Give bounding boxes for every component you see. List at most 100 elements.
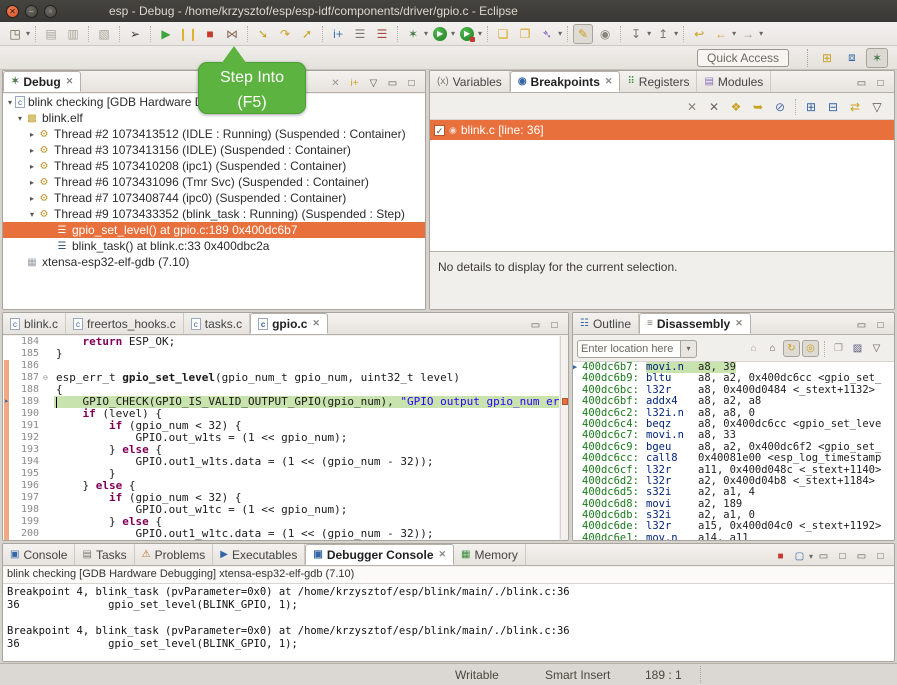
debug-tree-item[interactable]: ▸⚙Thread #3 1073413156 (IDLE) (Suspended…	[3, 142, 425, 158]
editor-margin[interactable]	[3, 456, 15, 468]
editor-margin[interactable]	[3, 384, 15, 396]
suspend-icon[interactable]: ❙❙	[178, 24, 198, 44]
forward-icon[interactable]: →	[738, 24, 758, 44]
open-new-view-icon[interactable]: ▨	[849, 340, 866, 357]
close-button[interactable]: ✕	[6, 5, 19, 18]
profile-icon[interactable]: ▶	[457, 24, 477, 44]
use-step-filters-icon[interactable]: ☰	[372, 24, 392, 44]
tab-outline[interactable]: ☷Outline	[573, 313, 639, 334]
editor-margin[interactable]: ➤	[3, 396, 15, 408]
tab-breakpoints[interactable]: ◉Breakpoints✕	[510, 71, 621, 92]
save-icon[interactable]: ▤	[41, 24, 61, 44]
debug-dropdown-icon[interactable]: ▾	[424, 29, 428, 38]
editor-margin[interactable]	[3, 360, 15, 372]
tab-tasks-c[interactable]: ctasks.c	[184, 313, 250, 334]
tab-variables[interactable]: (x)Variables	[430, 71, 510, 92]
display-selected-console-icon[interactable]: ▢	[791, 548, 808, 565]
disassembly-row[interactable]: 400dc6e1:mov.na14, a11	[573, 533, 894, 540]
next-annotation-dropdown-icon[interactable]: ▾	[647, 29, 651, 38]
display-selected-console-dropdown-icon[interactable]: ▾	[809, 552, 813, 561]
resume-icon[interactable]: ▶	[156, 24, 176, 44]
external-tools-dropdown-icon[interactable]: ▾	[558, 29, 562, 38]
debug-tree-item[interactable]: ▾⚙Thread #9 1073433352 (blink_task : Run…	[3, 206, 425, 222]
editor-margin[interactable]	[3, 372, 15, 384]
editor-margin[interactable]	[3, 492, 15, 504]
close-icon[interactable]: ✕	[605, 76, 613, 87]
show-supported-breakpoints-icon[interactable]: ❖	[726, 97, 746, 117]
last-edit-location-icon[interactable]: ↩	[689, 24, 709, 44]
maximize-icon[interactable]: □	[872, 548, 889, 565]
tree-expander-icon[interactable]: ▾	[15, 114, 25, 123]
location-dropdown-icon[interactable]: ▾	[681, 340, 697, 358]
instruction-stepping-mode-icon[interactable]: i+	[346, 75, 363, 92]
breakpoint-row[interactable]: ✓ ◉ blink.c [line: 36]	[430, 120, 894, 140]
minimize-icon[interactable]: ▭	[815, 548, 832, 565]
code-text[interactable]: esp_err_t gpio_set_level(gpio_num_t gpio…	[54, 372, 559, 384]
tab-registers[interactable]: ⠿Registers	[620, 71, 697, 92]
save-all-icon[interactable]: ▥	[63, 24, 83, 44]
back-icon[interactable]: ←	[711, 24, 731, 44]
expand-all-icon[interactable]: ⊞	[801, 97, 821, 117]
editor-margin[interactable]	[3, 480, 15, 492]
previous-annotation-dropdown-icon[interactable]: ▾	[674, 29, 678, 38]
minimize-icon[interactable]: ▭	[853, 548, 870, 565]
step-into-icon[interactable]: ➘	[253, 24, 273, 44]
editor-margin[interactable]	[3, 348, 15, 360]
editor-margin[interactable]	[3, 408, 15, 420]
collapse-all-icon[interactable]: ⊟	[823, 97, 843, 117]
tab-tasks[interactable]: ▤Tasks	[75, 544, 134, 565]
tab-freertos-hooks-c[interactable]: cfreertos_hooks.c	[66, 313, 184, 334]
sync-with-stack-frame-icon[interactable]: ↻	[783, 340, 800, 357]
editor-margin[interactable]	[3, 504, 15, 516]
tree-expander-icon[interactable]: ▸	[27, 146, 37, 155]
instruction-stepping-icon[interactable]: i+	[328, 24, 348, 44]
remove-breakpoint-icon[interactable]: ✕	[682, 97, 702, 117]
close-icon[interactable]: ✕	[439, 549, 447, 560]
tree-expander-icon[interactable]: ▾	[27, 210, 37, 219]
previous-annotation-icon[interactable]: ↥	[653, 24, 673, 44]
disassembly-row[interactable]: 400dc6bf:addx4a8, a2, a8	[573, 396, 894, 407]
tree-expander-icon[interactable]: ▸	[27, 130, 37, 139]
disassembly-row[interactable]: 400dc6d5:s32ia2, a1, 4	[573, 487, 894, 498]
debug-tree-item[interactable]: ▸⚙Thread #6 1073431096 (Tmr Svc) (Suspen…	[3, 174, 425, 190]
disconnect-icon[interactable]: ⋈	[222, 24, 242, 44]
select-pointer-icon[interactable]: ➢	[125, 24, 145, 44]
step-over-icon[interactable]: ↷	[275, 24, 295, 44]
debug-tree-item[interactable]: ▸⚙Thread #5 1073410208 (ipc1) (Suspended…	[3, 158, 425, 174]
annotations-icon[interactable]: ◉	[595, 24, 615, 44]
code-text[interactable]: }	[54, 348, 559, 360]
minimize-icon[interactable]: ▭	[853, 75, 870, 92]
terminate-console-icon[interactable]: ■	[772, 548, 789, 565]
debug-tree-item[interactable]: ▸⚙Thread #2 1073413512 (IDLE : Running) …	[3, 126, 425, 142]
editor-margin[interactable]	[3, 444, 15, 456]
view-menu-icon[interactable]: ▽	[867, 97, 887, 117]
fold-toggle-icon[interactable]: ⊖	[43, 372, 54, 384]
open-folder-icon[interactable]: ❐	[515, 24, 535, 44]
next-annotation-icon[interactable]: ↧	[626, 24, 646, 44]
debug-tree-item[interactable]: ▦xtensa-esp32-elf-gdb (7.10)	[3, 254, 425, 270]
maximize-button[interactable]: ▫	[44, 5, 57, 18]
close-icon[interactable]: ✕	[735, 318, 743, 329]
profile-dropdown-icon[interactable]: ▾	[478, 29, 482, 38]
save-as-icon[interactable]: ▧	[94, 24, 114, 44]
terminate-icon[interactable]: ■	[200, 24, 220, 44]
editor-margin[interactable]	[3, 528, 15, 540]
copy-icon[interactable]: ❐	[830, 340, 847, 357]
code-text[interactable]: GPIO.out1_w1tc.data = (1 << (gpio_num - …	[54, 528, 559, 540]
cpp-perspective-icon[interactable]: ⧈	[841, 48, 863, 68]
editor-margin[interactable]	[3, 432, 15, 444]
location-input[interactable]	[577, 340, 681, 358]
view-menu-icon[interactable]: ▽	[868, 340, 885, 357]
overview-ruler[interactable]	[560, 336, 568, 539]
maximize-icon[interactable]: □	[546, 317, 563, 334]
maximize-icon[interactable]: □	[872, 317, 889, 334]
open-file-icon[interactable]: ❏	[493, 24, 513, 44]
stack-frame-item[interactable]: ☰gpio_set_level() at gpio.c:189 0x400dc6…	[3, 222, 425, 238]
quick-access-button[interactable]: Quick Access	[697, 49, 789, 67]
new-wizard-icon[interactable]: ◳	[5, 24, 25, 44]
close-icon[interactable]: ✕	[66, 76, 74, 87]
view-menu-icon[interactable]: ▽	[365, 75, 382, 92]
tab-problems[interactable]: ⚠Problems	[135, 544, 214, 565]
minimize-button[interactable]: –	[25, 5, 38, 18]
tab-debug[interactable]: ✶ Debug ✕	[3, 71, 81, 92]
